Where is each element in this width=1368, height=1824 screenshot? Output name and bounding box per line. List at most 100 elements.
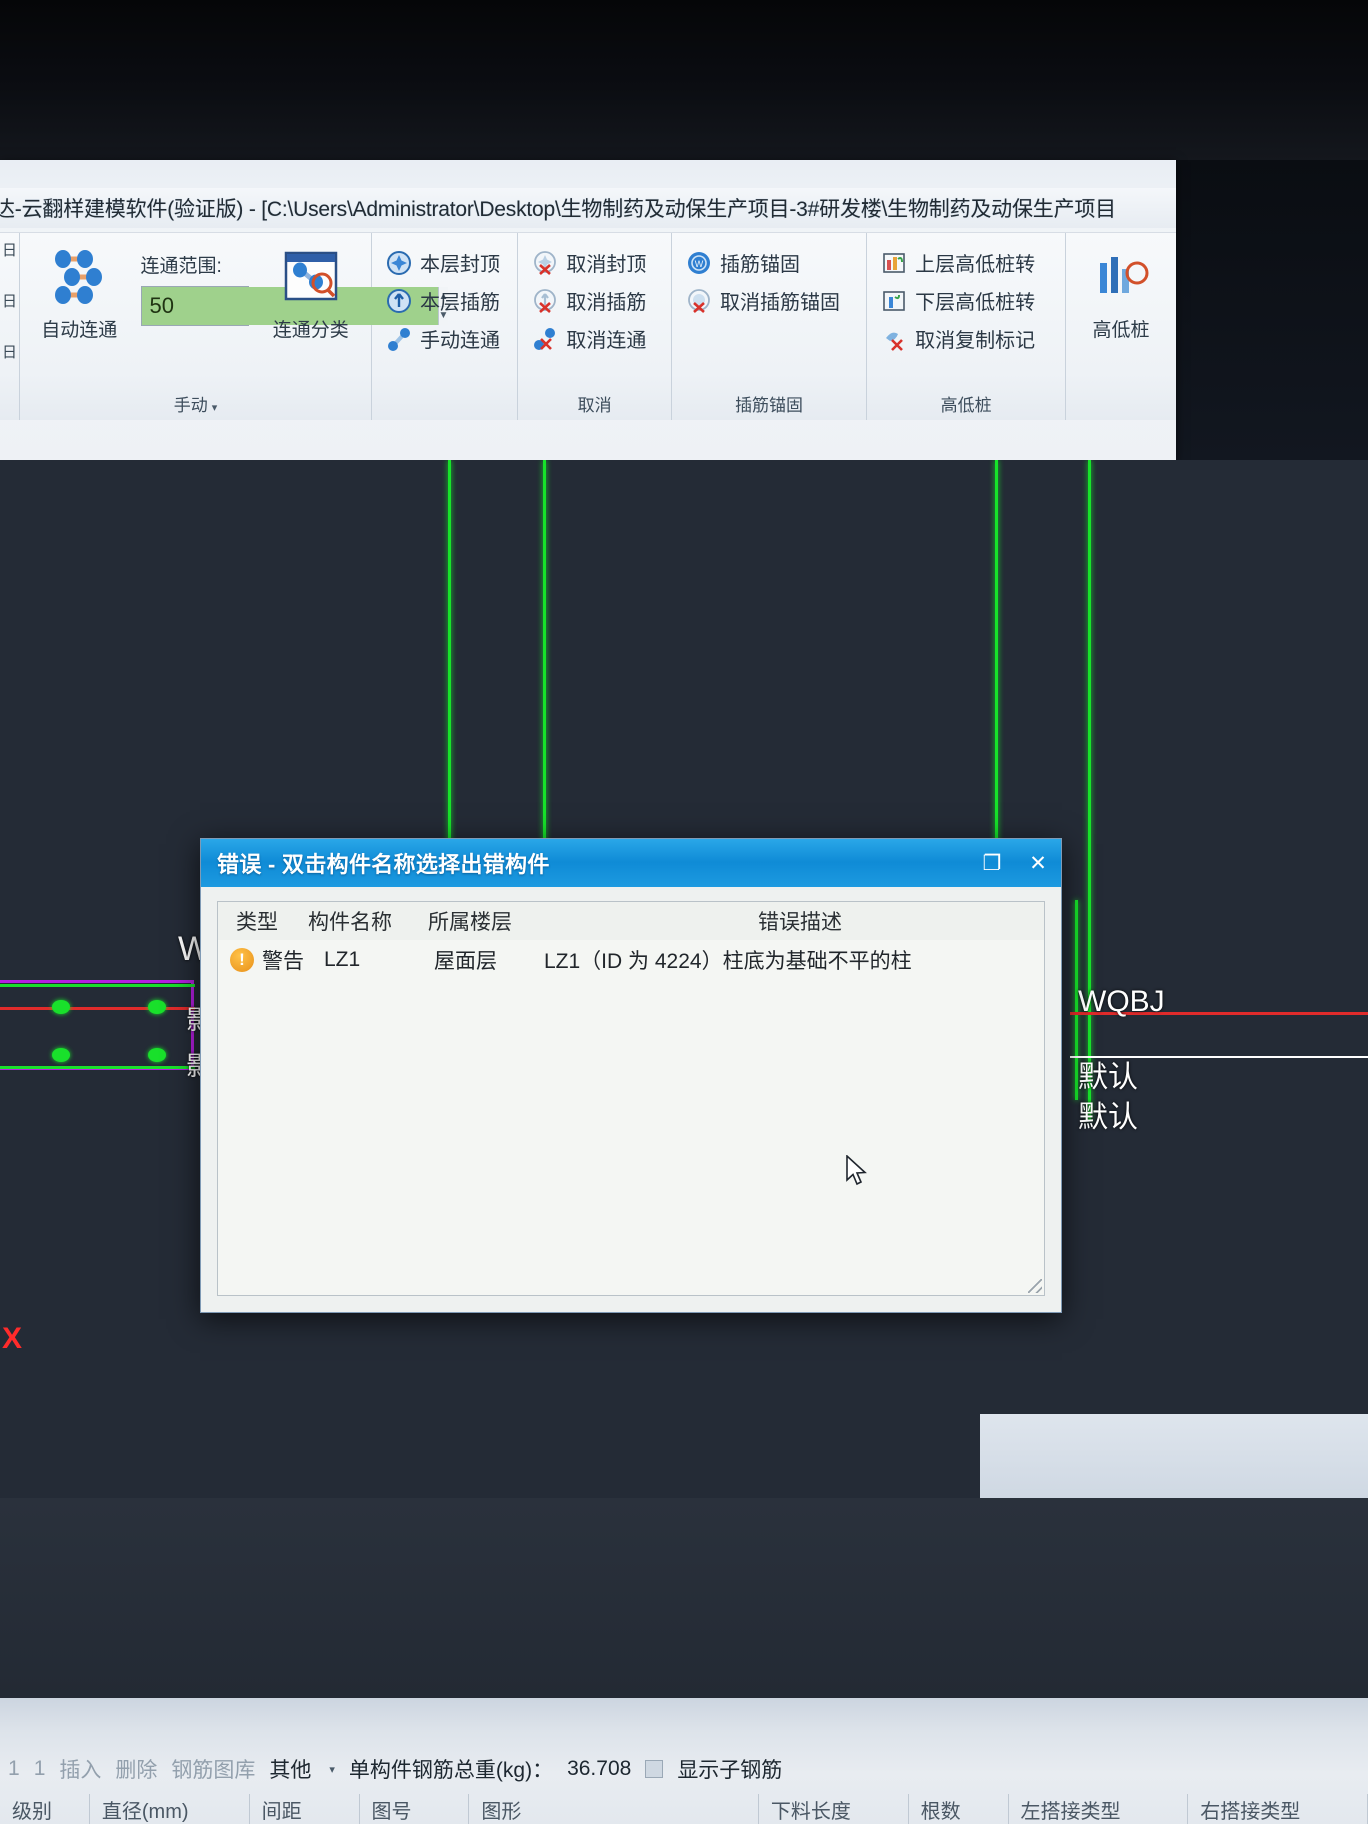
ribbon-left-stub: 日 日 日 — [0, 233, 20, 420]
col-figure-no[interactable]: 图号 — [360, 1794, 470, 1824]
table-row[interactable]: ! 警告 LZ1 屋面层 LZ1（ID 为 4224）柱底为基础不平的柱 — [218, 940, 1044, 980]
upper-pile-button[interactable]: 上层高低桩转 — [875, 245, 1057, 280]
canvas-label: 默认 — [1078, 1101, 1138, 1134]
mouse-cursor-icon — [846, 1155, 867, 1186]
other-dropdown[interactable]: 其他 — [269, 1754, 311, 1784]
group-caret-icon[interactable]: ▾ — [212, 402, 218, 414]
warning-icon: ! — [230, 948, 254, 972]
ribbon-group-pile-chart: 高低桩 — [1066, 233, 1176, 420]
window-title: 达-云翻样建模软件(验证版) - [C:\Users\Administrator… — [0, 198, 1116, 221]
total-weight-value: 36.708 — [567, 1757, 632, 1780]
cancel-cap-label: 取消封顶 — [566, 254, 647, 276]
cancel-copy-mark-button[interactable]: 取消复制标记 — [875, 321, 1057, 356]
show-sub-rebar-checkbox[interactable] — [645, 1760, 664, 1778]
bottom-panel: 1 1 插入 删除 钢筋图库 其他 ▾ 单构件钢筋总重(kg)： 36.708 … — [0, 1698, 1368, 1824]
cancel-connect-button[interactable]: 取消连通 — [526, 321, 663, 356]
ribbon-group-pile: 上层高低桩转 下层高低桩转 取消复制标记 高低桩 — [867, 233, 1066, 420]
col-count[interactable]: 根数 — [909, 1794, 1009, 1824]
col-diameter[interactable]: 直径(mm) — [90, 1794, 250, 1824]
insert-button[interactable]: 插入 — [59, 1754, 101, 1784]
col-cut-length[interactable]: 下料长度 — [759, 1794, 909, 1824]
col-right-lap-type[interactable]: 右搭接类型 — [1188, 1794, 1368, 1824]
maximize-icon[interactable]: ❐ — [969, 840, 1015, 886]
rebar-node — [148, 1048, 166, 1062]
auto-connect-icon — [55, 250, 103, 304]
lower-pile-button[interactable]: 下层高低桩转 — [875, 283, 1057, 318]
connect-range-label: 连通范围: — [140, 256, 222, 277]
manual-connect-icon — [388, 327, 410, 351]
layer-dowel-label: 本层插筋 — [420, 292, 500, 314]
beam-rebar-line — [0, 984, 195, 987]
ribbon-group-cancel: 取消封顶 取消插筋 取消连通 取消 — [518, 233, 672, 420]
cancel-dowel-icon — [534, 288, 557, 313]
dowel-anchor-icon: W — [687, 251, 710, 274]
layer-cap-button[interactable]: 本层封顶 — [380, 245, 509, 280]
cancel-copy-mark-icon — [886, 332, 904, 351]
canvas-label: WQBJ — [1078, 985, 1165, 1018]
beam-rebar-line — [0, 1066, 195, 1069]
row-description: LZ1（ID 为 4224）柱底为基础不平的柱 — [544, 950, 912, 973]
layer-dowel-icon — [387, 288, 411, 313]
pile-cmd-list: 上层高低桩转 下层高低桩转 取消复制标记 — [875, 239, 1057, 356]
error-table-header: 类型 构件名称 所属楼层 错误描述 — [218, 902, 1044, 940]
application-window: 达-云翻样建模软件(验证版) - [C:\Users\Administrator… — [0, 160, 1176, 460]
window-titlebar: 达-云翻样建模软件(验证版) - [C:\Users\Administrator… — [0, 188, 1176, 228]
screen: 达-云翻样建模软件(验证版) - [C:\Users\Administrator… — [0, 0, 1368, 1824]
col-shape[interactable]: 图形 — [469, 1794, 759, 1824]
side-panel — [980, 1414, 1368, 1498]
cancel-dowel-button[interactable]: 取消插筋 — [526, 283, 663, 318]
pile-chart-label: 高低桩 — [1092, 320, 1150, 341]
ribbon-toolbar: 日 日 日 自动连通 连通范围: 50 ▲ ▼ 连通分类 手动 ▾ 本层封顶 本… — [0, 232, 1176, 420]
rebar-table-columns: 级别 直径(mm) 间距 图号 图形 下料长度 根数 左搭接类型 右搭接类型 — [0, 1794, 1368, 1824]
status-item-2: 1 — [33, 1757, 46, 1780]
column-header-floor: 所属楼层 — [428, 911, 512, 934]
ribbon-group-label-pile: 高低桩 — [940, 396, 992, 415]
upper-pile-icon — [883, 252, 905, 273]
layer-cap-label: 本层封顶 — [420, 254, 500, 276]
status-item-1: 1 — [8, 1757, 20, 1780]
canvas-lower-region — [0, 1434, 980, 1498]
error-dialog[interactable]: 错误 - 双击构件名称选择出错构件 ❐ ✕ 类型 构件名称 所属楼层 错误描述 … — [200, 838, 1062, 1313]
col-spacing[interactable]: 间距 — [250, 1794, 360, 1824]
rebar-node — [52, 1000, 70, 1014]
monitor-bezel-top — [0, 0, 1368, 160]
column-header-name: 构件名称 — [308, 911, 392, 934]
connect-range-field: 连通范围: ▲ ▼ — [140, 239, 449, 326]
chevron-down-icon[interactable]: ▾ — [329, 1763, 335, 1776]
connect-classify-label: 连通分类 — [272, 320, 349, 341]
lower-pile-label: 下层高低桩转 — [915, 292, 1036, 314]
auto-connect-button[interactable]: 自动连通 — [28, 239, 131, 342]
connect-classify-button[interactable]: 连通分类 — [259, 239, 363, 342]
canvas-label: 默认 — [1078, 1061, 1138, 1094]
grid-line-vertical — [1088, 460, 1091, 1120]
cancel-copy-mark-label: 取消复制标记 — [915, 330, 1036, 352]
close-icon[interactable]: ✕ — [1015, 840, 1061, 886]
total-weight-label: 单构件钢筋总重(kg)： — [348, 1759, 554, 1782]
dowel-anchor-cmd-list: W 插筋锚固 取消插筋锚固 — [680, 239, 858, 318]
cancel-dowel-anchor-button[interactable]: 取消插筋锚固 — [680, 283, 858, 318]
row-name: LZ1 — [324, 948, 361, 971]
dialog-resize-grip[interactable] — [1028, 1279, 1042, 1293]
ribbon-group-manual: 自动连通 连通范围: ▲ ▼ — [20, 233, 449, 420]
dialog-titlebar[interactable]: 错误 - 双击构件名称选择出错构件 ❐ ✕ — [201, 839, 1061, 887]
layer-dowel-button[interactable]: 本层插筋 — [380, 283, 509, 318]
connect-classify-icon — [284, 251, 338, 301]
manual-connect-button[interactable]: 手动连通 — [380, 321, 509, 356]
cancel-dowel-anchor-label: 取消插筋锚固 — [719, 292, 840, 314]
pile-chart-button[interactable]: 高低桩 — [1074, 239, 1168, 342]
cancel-cap-button[interactable]: 取消封顶 — [526, 245, 663, 280]
delete-button[interactable]: 删除 — [115, 1754, 157, 1784]
cancel-connect-icon — [534, 327, 556, 350]
dowel-anchor-button[interactable]: W 插筋锚固 — [680, 245, 858, 280]
connect-range-stepper[interactable]: ▲ ▼ — [140, 286, 449, 326]
col-level[interactable]: 级别 — [0, 1794, 90, 1824]
column-header-description: 错误描述 — [758, 911, 842, 934]
cancel-cap-icon — [534, 250, 557, 275]
dowel-anchor-label: 插筋锚固 — [719, 254, 800, 276]
cancel-dowel-label: 取消插筋 — [566, 292, 647, 314]
canvas-red-marker: X — [2, 1322, 23, 1355]
column-header-type: 类型 — [236, 911, 278, 934]
col-left-lap-type[interactable]: 左搭接类型 — [1009, 1794, 1189, 1824]
rebar-library-button[interactable]: 钢筋图库 — [171, 1754, 255, 1784]
cancel-connect-label: 取消连通 — [566, 330, 647, 352]
